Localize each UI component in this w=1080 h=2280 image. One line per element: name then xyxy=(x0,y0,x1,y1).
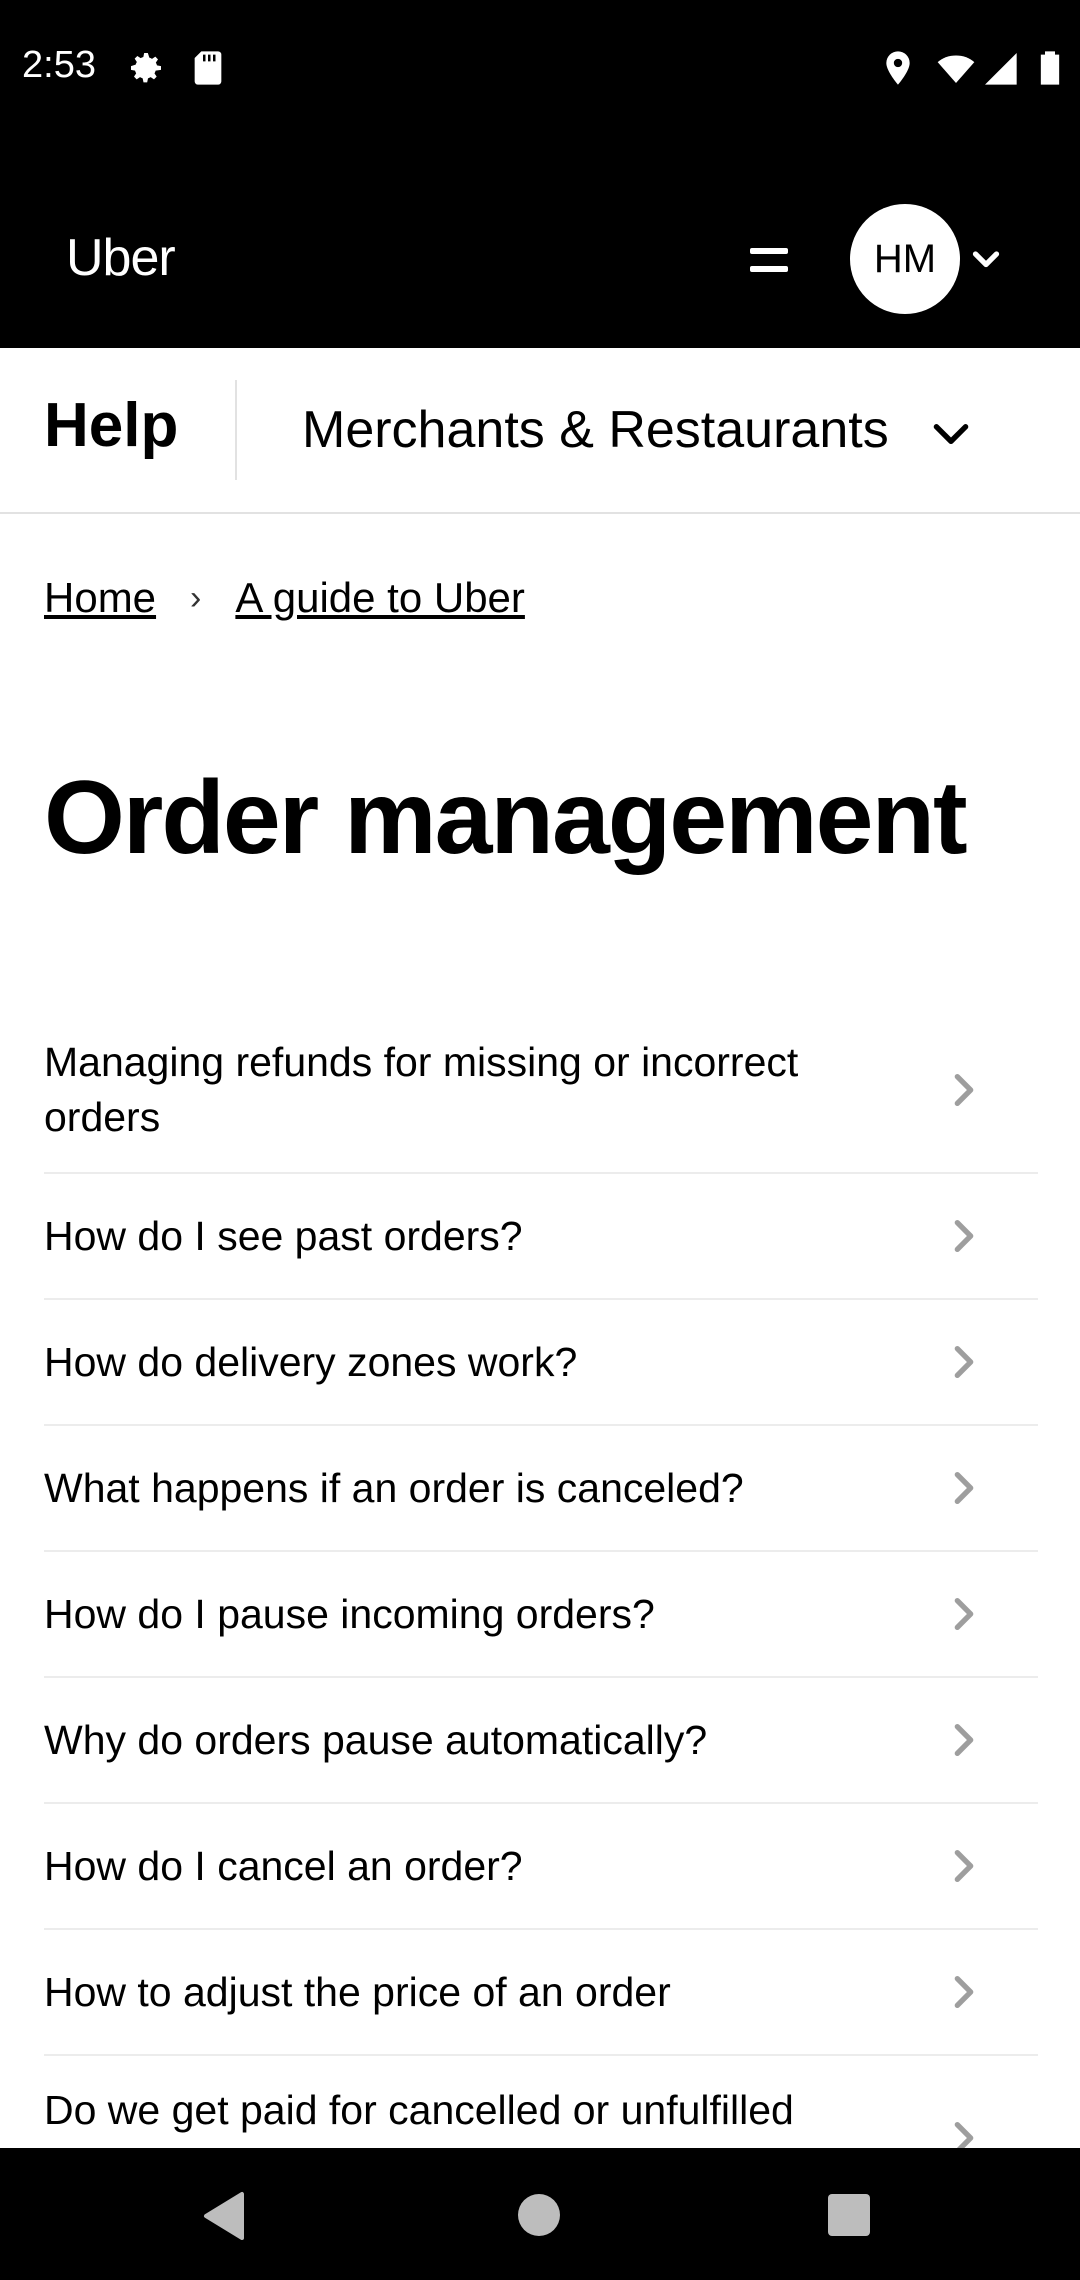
top-navigation: Uber HM xyxy=(0,138,1080,348)
signal-icon xyxy=(985,53,1017,85)
list-item-label: What happens if an order is canceled? xyxy=(44,1464,744,1511)
category-selector[interactable]: Merchants & Restaurants xyxy=(302,400,889,460)
chevron-right-icon xyxy=(954,1220,974,1252)
list-item[interactable]: How do I see past orders? xyxy=(44,1174,1038,1300)
list-item-label: How do delivery zones work? xyxy=(44,1338,578,1385)
list-item[interactable]: How do delivery zones work? xyxy=(44,1300,1038,1426)
help-link[interactable]: Help xyxy=(44,390,178,461)
list-item-label: Managing refunds for missing or incorrec… xyxy=(44,1039,799,1140)
chevron-down-icon[interactable] xyxy=(968,242,1004,278)
chevron-right-icon xyxy=(954,1074,974,1106)
list-item-label: How to adjust the price of an order xyxy=(44,1968,671,2015)
status-bar: 2:53 xyxy=(0,0,1080,138)
list-item[interactable]: Managing refunds for missing or incorrec… xyxy=(44,1008,1038,1174)
breadcrumb-guide[interactable]: A guide to Uber xyxy=(235,574,525,622)
list-item-label: Why do orders pause automatically? xyxy=(44,1716,708,1763)
menu-icon-bar-top xyxy=(750,248,788,254)
menu-button[interactable] xyxy=(740,232,800,292)
chevron-right-icon xyxy=(954,1850,974,1882)
home-icon[interactable] xyxy=(518,2194,560,2236)
article-list: Managing refunds for missing or incorrec… xyxy=(44,1008,1038,2220)
menu-icon-bar-bottom xyxy=(750,266,788,272)
breadcrumb: Home › A guide to Uber xyxy=(44,574,525,622)
list-item-label: How do I pause incoming orders? xyxy=(44,1590,655,1637)
wifi-icon xyxy=(937,55,975,83)
list-item[interactable]: How to adjust the price of an order xyxy=(44,1930,1038,2056)
page-title: Order management xyxy=(44,760,968,876)
breadcrumb-home[interactable]: Home xyxy=(44,574,156,622)
battery-icon xyxy=(1040,51,1060,85)
list-item[interactable]: How do I pause incoming orders? xyxy=(44,1552,1038,1678)
system-navigation-bar xyxy=(0,2148,1080,2280)
help-subnav: Help Merchants & Restaurants xyxy=(0,348,1080,514)
list-item-label: How do I cancel an order? xyxy=(44,1842,523,1889)
status-time: 2:53 xyxy=(22,44,96,86)
uber-logo[interactable]: Uber xyxy=(66,228,176,288)
avatar[interactable]: HM xyxy=(850,204,960,314)
subnav-divider xyxy=(235,380,237,480)
breadcrumb-separator: › xyxy=(190,578,202,617)
chevron-right-icon xyxy=(954,1976,974,2008)
chevron-down-icon[interactable] xyxy=(926,408,976,458)
chevron-right-icon xyxy=(954,1472,974,1504)
location-icon xyxy=(886,51,910,85)
list-item[interactable]: Why do orders pause automatically? xyxy=(44,1678,1038,1804)
back-icon[interactable] xyxy=(200,2190,248,2242)
list-item[interactable]: How do I cancel an order? xyxy=(44,1804,1038,1930)
settings-icon xyxy=(131,53,161,83)
chevron-right-icon xyxy=(954,1598,974,1630)
list-item-label: How do I see past orders? xyxy=(44,1212,523,1259)
recents-icon[interactable] xyxy=(828,2194,870,2236)
list-item[interactable]: What happens if an order is canceled? xyxy=(44,1426,1038,1552)
chevron-right-icon xyxy=(954,1346,974,1378)
chevron-right-icon xyxy=(954,1724,974,1756)
sd-card-icon xyxy=(194,51,222,85)
